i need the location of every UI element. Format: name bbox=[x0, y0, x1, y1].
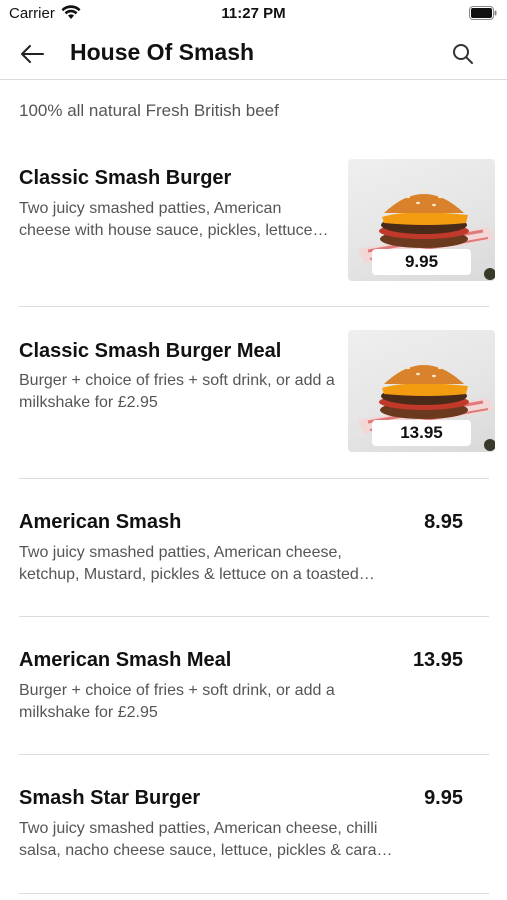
page-title: House Of Smash bbox=[70, 39, 255, 65]
nav-header: House Of Smash bbox=[0, 28, 507, 80]
burger-image: 9.95 bbox=[348, 159, 495, 281]
item-description: Two juicy smashed patties, American chee… bbox=[19, 820, 393, 859]
burger-image: 13.95 bbox=[348, 330, 495, 452]
menu-item[interactable]: American Smash Two juicy smashed patties… bbox=[19, 479, 489, 617]
item-name: American Smash Meal bbox=[19, 649, 232, 671]
item-description: Burger + choice of fries + soft drink, o… bbox=[19, 682, 335, 721]
category-description: 100% all natural Fresh British beef bbox=[19, 101, 279, 120]
item-price: 8.95 bbox=[424, 511, 463, 533]
menu-item[interactable]: Classic Smash Burger Two juicy smashed p… bbox=[19, 140, 495, 307]
item-name: Classic Smash Burger bbox=[19, 167, 232, 189]
search-icon bbox=[453, 44, 473, 64]
item-description: Two juicy smashed patties, American chee… bbox=[19, 544, 375, 583]
arrow-left-icon bbox=[21, 45, 44, 63]
menu-item[interactable]: Classic Smash Burger Meal Burger + choic… bbox=[19, 307, 495, 479]
status-time: 11:27 PM bbox=[221, 5, 286, 22]
item-name: Smash Star Burger bbox=[19, 787, 201, 809]
item-price: 13.95 bbox=[412, 649, 463, 671]
back-button[interactable] bbox=[18, 40, 46, 68]
image-price-tag: 13.95 bbox=[372, 420, 471, 446]
item-price: 9.95 bbox=[424, 787, 463, 809]
menu-item[interactable]: American Smash Meal Burger + choice of f… bbox=[19, 617, 489, 755]
item-name: American Smash bbox=[19, 511, 182, 533]
item-description: Burger + choice of fries + soft drink, o… bbox=[19, 372, 335, 411]
image-price-tag: 9.95 bbox=[372, 249, 471, 275]
battery-icon bbox=[469, 6, 497, 20]
item-name: Classic Smash Burger Meal bbox=[19, 340, 282, 362]
search-button[interactable] bbox=[449, 40, 477, 68]
status-bar: Carrier 11:27 PM bbox=[0, 0, 507, 28]
item-description: Two juicy smashed patties, American chee… bbox=[19, 200, 329, 239]
menu-item[interactable]: Smash Star Burger Two juicy smashed patt… bbox=[19, 755, 489, 894]
